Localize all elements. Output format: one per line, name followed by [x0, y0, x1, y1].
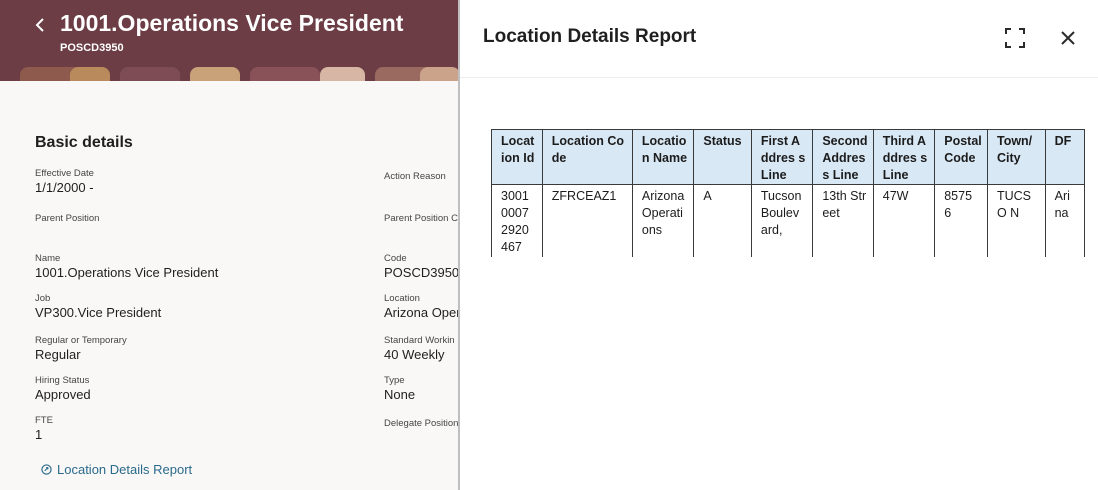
field-value: Arizona Oper [384, 305, 459, 320]
table-cell: A [693, 184, 752, 257]
field-label: Code [384, 253, 407, 264]
field-action-reason: Action Reason [384, 171, 446, 183]
field-value: POSCD3950 [384, 265, 459, 280]
field-fte: FTE 1 [35, 415, 53, 443]
table-cell: 47W [872, 184, 936, 257]
field-label: Regular or Temporary [35, 335, 127, 346]
section-title-basic-details: Basic details [35, 134, 133, 151]
column-header: Second Addres s Line [812, 129, 874, 185]
field-regular-temporary: Regular or Temporary Regular [35, 335, 127, 363]
close-button[interactable] [1056, 26, 1080, 50]
position-details-panel: 1001.Operations Vice President POSCD3950… [0, 0, 459, 490]
table-cell: 3001 0007 2920 467 [491, 184, 543, 257]
table-cell: TUCSO N [986, 184, 1046, 257]
column-header: Locatio n Name [631, 129, 695, 185]
field-value: 1 [35, 427, 43, 442]
field-label: Action Reason [384, 171, 446, 182]
fullscreen-button[interactable] [1003, 26, 1027, 50]
column-header: DF [1044, 129, 1085, 185]
fullscreen-icon [1005, 28, 1025, 48]
field-value: 1001.Operations Vice President [35, 265, 219, 280]
table-cell: Arizona Operati ons [631, 184, 695, 257]
report-title: Location Details Report [483, 26, 697, 47]
table-header-row: Locat ion Id Location Code Locatio n Nam… [491, 129, 1085, 185]
field-value: None [384, 387, 416, 402]
table-cell: 8575 6 [934, 184, 988, 257]
field-job: Job VP300.Vice President [35, 293, 161, 321]
table-cell: Tucson Boulev ard, [750, 184, 814, 257]
field-value: 40 Weekly [384, 347, 445, 362]
column-header: Third Addres s Line [872, 129, 936, 185]
field-label: Hiring Status [35, 375, 90, 386]
field-label: Type [384, 375, 405, 386]
column-header: Location Code [541, 129, 633, 185]
field-effective-date: Effective Date 1/1/2000 - [35, 168, 94, 196]
field-value: VP300.Vice President [35, 305, 162, 320]
field-label: Parent Position C [384, 213, 458, 224]
field-value: 1/1/2000 - [35, 180, 94, 195]
field-label: Delegate Position [384, 418, 459, 429]
report-drawer: Location Details Report Locat ion Id Loc… [460, 0, 1098, 490]
field-name: Name 1001.Operations Vice President [35, 253, 218, 281]
table-cell: ZFRCEAZ1 [541, 184, 633, 257]
location-details-report-link[interactable]: Location Details Report [41, 462, 192, 477]
field-label: Standard Workin [384, 335, 455, 346]
page-header: 1001.Operations Vice President POSCD3950 [0, 0, 459, 81]
field-code: Code POSCD3950 [384, 253, 459, 281]
field-label: FTE [35, 415, 53, 426]
report-drawer-header: Location Details Report [460, 0, 1098, 78]
table-cell: Ari na [1044, 184, 1085, 257]
report-link-label: Location Details Report [57, 462, 193, 477]
field-location: Location Arizona Oper [384, 293, 459, 321]
report-icon [41, 464, 52, 475]
location-report-table: Locat ion Id Location Code Locatio n Nam… [491, 129, 1085, 257]
table-cell: 13th Street [812, 184, 874, 257]
page-subtitle: POSCD3950 [60, 42, 124, 54]
field-hiring-status: Hiring Status Approved [35, 375, 91, 403]
field-label: Parent Position [35, 213, 100, 224]
header-decorative-pattern [0, 67, 459, 81]
field-value: Approved [35, 387, 91, 402]
page-title: 1001.Operations Vice President [60, 10, 404, 36]
field-delegate-position: Delegate Position [384, 418, 458, 430]
close-icon [1061, 31, 1075, 45]
field-label: Location [384, 293, 420, 304]
back-button[interactable] [30, 14, 50, 36]
field-standard-working: Standard Workin 40 Weekly [384, 335, 455, 363]
table-row: 3001 0007 2920 467 ZFRCEAZ1 Arizona Oper… [491, 184, 1085, 257]
field-label: Name [35, 253, 61, 264]
field-parent-position: Parent Position [35, 213, 99, 225]
column-header: Postal Code [934, 129, 988, 185]
column-header: Locat ion Id [491, 129, 543, 185]
field-label: Effective Date [35, 168, 94, 179]
field-type: Type None [384, 375, 415, 403]
column-header: Status [693, 129, 752, 185]
location-report-table-container[interactable]: Locat ion Id Location Code Locatio n Nam… [491, 129, 1085, 257]
column-header: First Addres s Line [750, 129, 814, 185]
field-label: Job [35, 293, 51, 304]
column-header: Town/ City [986, 129, 1046, 185]
field-value: Regular [35, 347, 81, 362]
chevron-left-icon [35, 18, 44, 32]
field-parent-position-code: Parent Position C [384, 213, 458, 225]
